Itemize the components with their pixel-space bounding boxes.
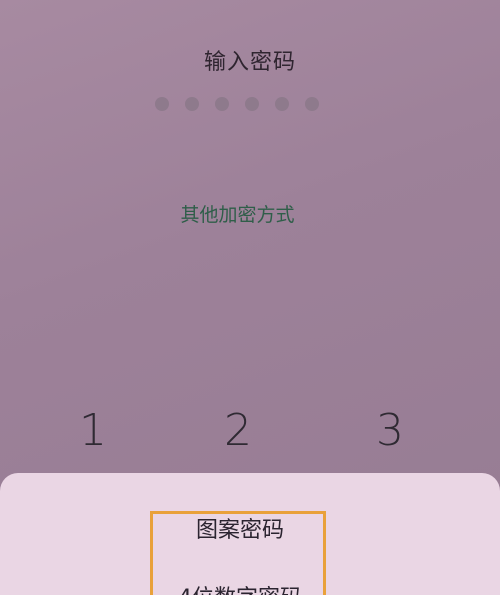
keypad-row: 1 2 3	[0, 405, 500, 465]
page-title: 输入密码	[203, 50, 296, 75]
password-dots	[155, 97, 325, 115]
pattern-password-option[interactable]: 图案密码	[0, 512, 480, 544]
four-digit-password-option[interactable]: 4位数字密码	[0, 580, 480, 595]
password-dot	[215, 97, 229, 111]
other-encryption-methods-link[interactable]: 其他加密方式	[0, 200, 475, 227]
password-dot	[275, 97, 289, 111]
password-dot	[245, 97, 259, 111]
password-dot	[185, 97, 199, 111]
key-1[interactable]: 1	[58, 405, 128, 456]
password-dot	[305, 97, 319, 111]
key-2[interactable]: 2	[203, 405, 273, 456]
lock-screen: 输入密码 其他加密方式 1 2 3 图案密码 4位数字密码	[0, 0, 500, 595]
key-3[interactable]: 3	[355, 405, 425, 456]
password-dot	[155, 97, 169, 111]
